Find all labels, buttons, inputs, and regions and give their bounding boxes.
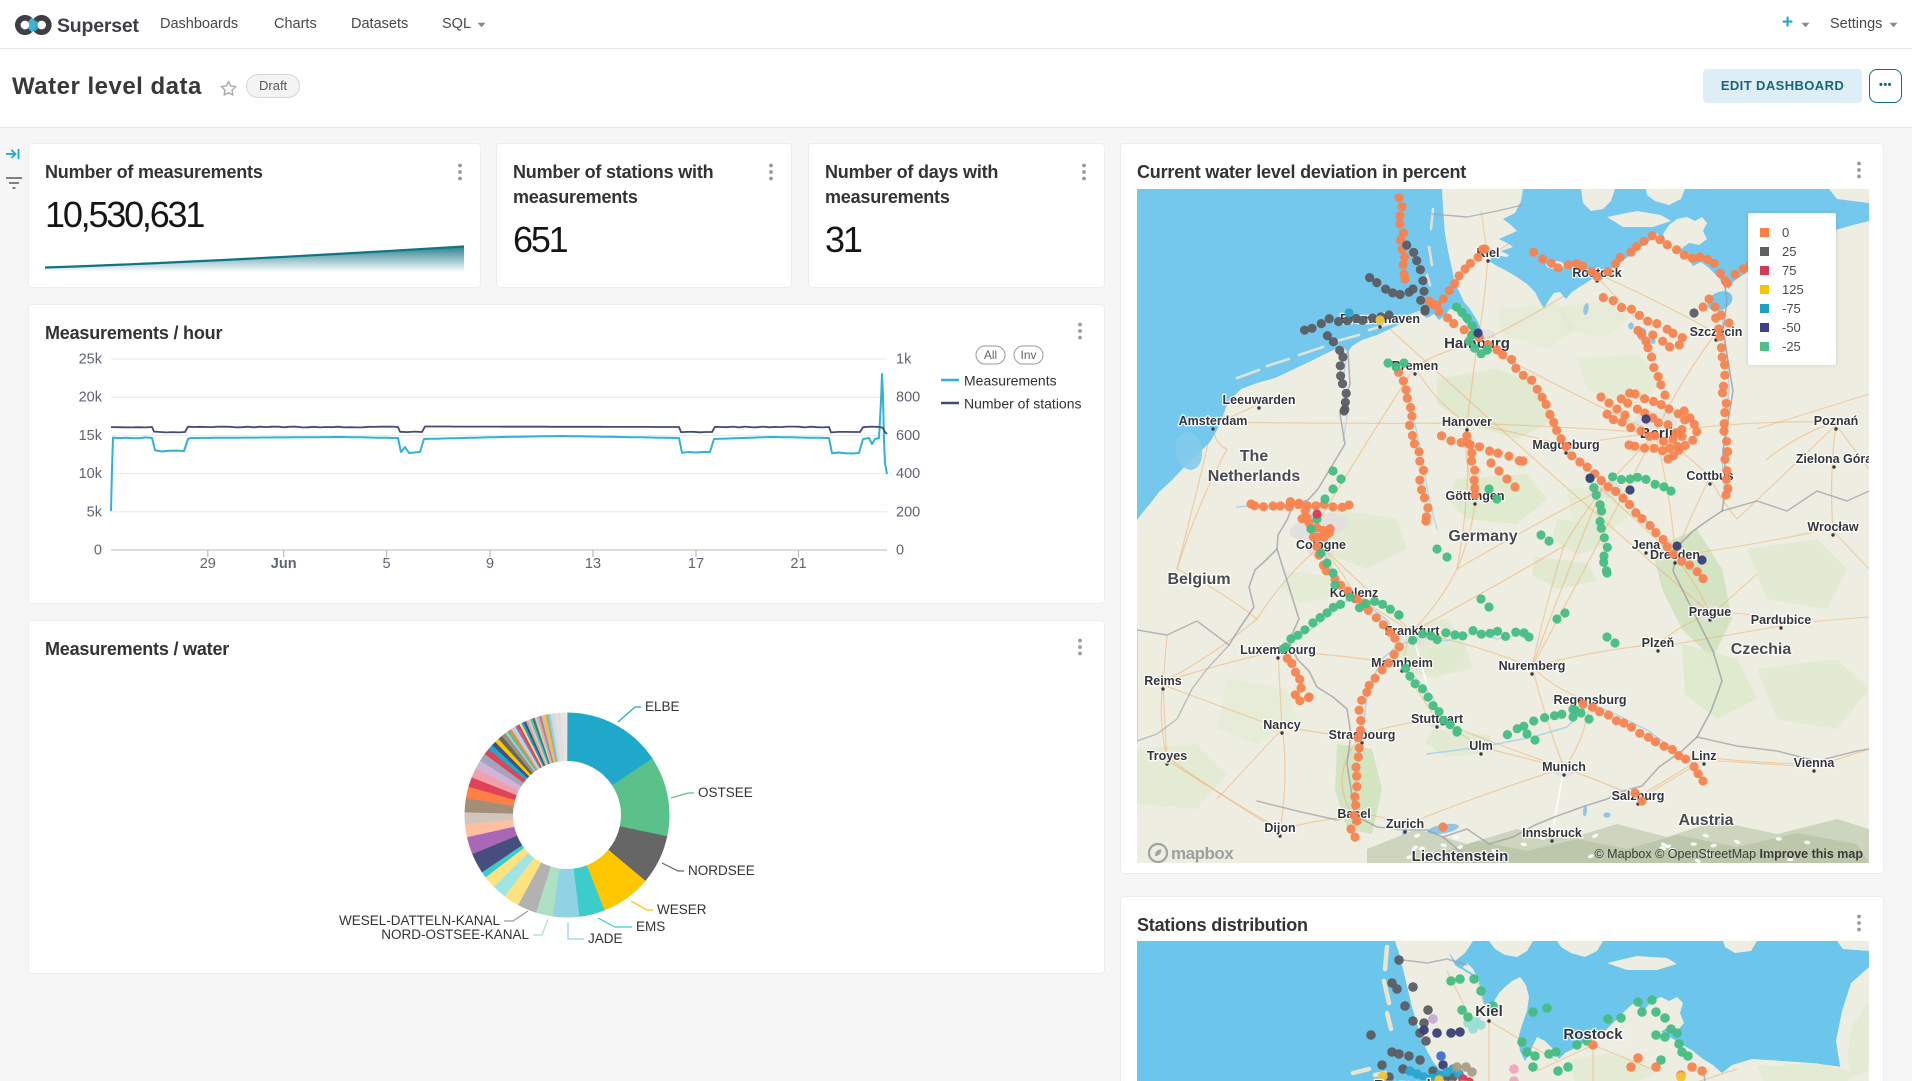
svg-text:Troyes: Troyes [1147,749,1187,763]
svg-text:Nancy: Nancy [1263,718,1301,732]
svg-text:OSTSEE: OSTSEE [698,785,753,800]
svg-text:ELBE: ELBE [645,699,680,714]
svg-text:Germany: Germany [1448,528,1517,545]
svg-text:10k: 10k [79,466,103,482]
svg-text:Hanover: Hanover [1442,415,1492,429]
svg-text:13: 13 [585,556,601,572]
svg-text:Belgium: Belgium [1167,571,1230,588]
svg-text:Luxembourg: Luxembourg [1240,643,1316,657]
svg-text:Linz: Linz [1692,749,1717,763]
svg-text:WESER: WESER [657,902,707,917]
svg-text:15k: 15k [79,428,103,444]
svg-text:200: 200 [896,504,920,520]
svg-text:Zurich: Zurich [1386,817,1424,831]
svg-text:Czechia: Czechia [1731,641,1792,658]
svg-text:0: 0 [896,543,904,559]
svg-text:25k: 25k [79,352,103,368]
svg-text:20k: 20k [79,390,103,406]
svg-text:Reims: Reims [1144,674,1182,688]
svg-text:800: 800 [896,390,920,406]
svg-text:Plzeň: Plzeň [1642,636,1675,650]
svg-text:Poznań: Poznań [1814,414,1858,428]
svg-text:Ulm: Ulm [1469,739,1493,753]
svg-text:Number of stations: Number of stations [964,396,1082,412]
svg-text:Bremerhaven: Bremerhaven [1374,1077,1470,1081]
svg-text:Pardubice: Pardubice [1751,613,1811,627]
svg-text:JADE: JADE [588,931,623,946]
svg-text:0: 0 [94,543,102,559]
svg-text:Dijon: Dijon [1264,821,1295,835]
svg-text:Innsbruck: Innsbruck [1522,826,1582,840]
svg-text:5: 5 [383,556,391,572]
svg-text:Amsterdam: Amsterdam [1179,414,1248,428]
svg-text:Inv: Inv [1020,348,1036,362]
svg-text:21: 21 [790,556,806,572]
svg-text:Netherlands: Netherlands [1208,468,1301,485]
svg-text:9: 9 [486,556,494,572]
svg-text:Leeuwarden: Leeuwarden [1223,393,1296,407]
svg-text:400: 400 [896,466,920,482]
svg-text:5k: 5k [87,504,103,520]
svg-text:Prague: Prague [1689,605,1731,619]
svg-text:mapbox: mapbox [1171,844,1234,863]
svg-text:NORDSEE: NORDSEE [688,863,755,878]
svg-text:600: 600 [896,428,920,444]
svg-text:NORD-OSTSEE-KANAL: NORD-OSTSEE-KANAL [381,927,529,942]
svg-text:Liechtenstein: Liechtenstein [1412,848,1509,863]
svg-text:1k: 1k [896,352,912,368]
svg-text:17: 17 [688,556,704,572]
svg-text:Munich: Munich [1542,760,1586,774]
svg-text:Austria: Austria [1678,812,1733,829]
svg-text:Superset: Superset [57,15,140,37]
svg-text:Rostock: Rostock [1563,1026,1623,1043]
svg-text:EMS: EMS [636,919,665,934]
svg-text:Jun: Jun [271,556,297,572]
svg-text:The: The [1240,448,1269,465]
svg-text:Nuremberg: Nuremberg [1499,659,1566,673]
svg-text:Zielona Góra: Zielona Góra [1796,452,1869,466]
svg-text:Measurements: Measurements [964,373,1057,389]
svg-text:Wrocław: Wrocław [1807,520,1858,534]
svg-text:Vienna: Vienna [1794,756,1836,770]
svg-text:All: All [984,348,997,362]
svg-text:29: 29 [200,556,216,572]
svg-text:Kiel: Kiel [1475,1003,1503,1020]
svg-text:WESEL-DATTELN-KANAL: WESEL-DATTELN-KANAL [339,913,501,928]
